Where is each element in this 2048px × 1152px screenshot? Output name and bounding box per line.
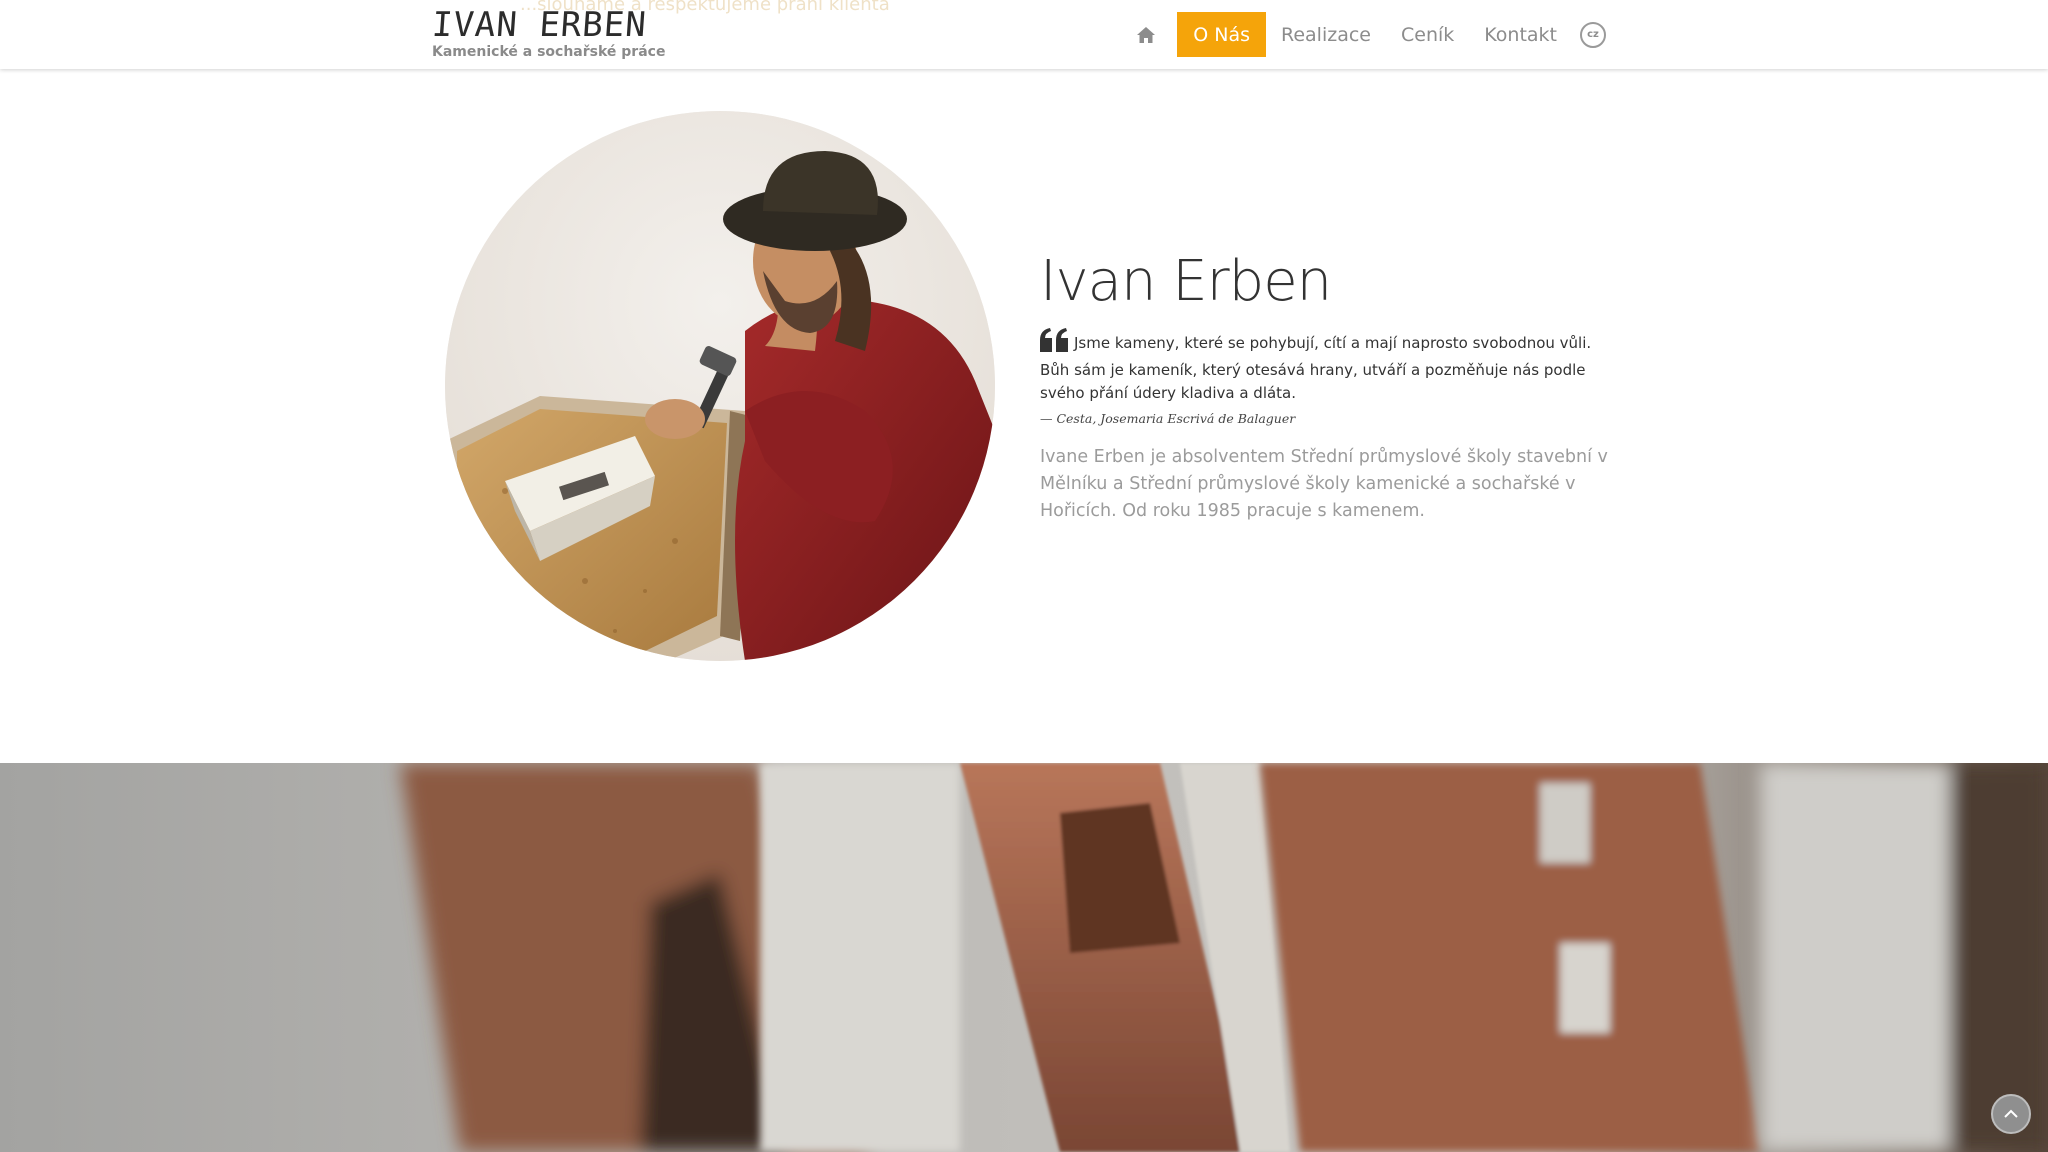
- language-switch[interactable]: cz: [1580, 21, 1606, 48]
- main-nav: O Nás Realizace Ceník Kontakt cz: [1131, 12, 1606, 57]
- stonemason-illustration: [445, 111, 995, 661]
- about-content: Ivan Erben Jsme kameny, které se pohybuj…: [1040, 250, 1610, 525]
- nav-item-kontakt[interactable]: Kontakt: [1469, 12, 1572, 57]
- carved-stone-letters: [0, 763, 2048, 1152]
- logo-title: IVAN ERBEN: [430, 5, 649, 45]
- site-logo[interactable]: IVAN ERBEN Kamenické a sochařské práce: [430, 5, 666, 60]
- nav-item-label: O Nás: [1193, 23, 1250, 46]
- language-code: cz: [1587, 29, 1599, 40]
- logo-subtitle: Kamenické a sochařské práce: [432, 44, 666, 60]
- nav-home[interactable]: [1131, 12, 1161, 57]
- hero-banner-image: [0, 763, 2048, 1152]
- nav-item-o-nas[interactable]: O Nás: [1177, 12, 1266, 57]
- portrait-photo: [445, 111, 995, 661]
- nav-item-cenik[interactable]: Ceník: [1386, 12, 1469, 57]
- bio-text: Ivane Erben je absolventem Střední průmy…: [1040, 447, 1608, 521]
- quote-left-icon: [1040, 328, 1070, 359]
- scroll-to-top-button[interactable]: [1991, 1094, 2031, 1134]
- site-header: [0, 0, 2048, 69]
- nav-item-realizace[interactable]: Realizace: [1266, 12, 1386, 57]
- home-icon: [1137, 26, 1156, 43]
- chevron-up-icon: [2004, 1109, 2018, 1118]
- nav-item-label: Ceník: [1400, 23, 1455, 46]
- quote-text: Jsme kameny, které se pohybují, cítí a m…: [1040, 334, 1592, 402]
- nav-item-label: Realizace: [1280, 23, 1371, 46]
- person-name: Ivan Erben: [1040, 249, 1332, 314]
- nav-item-label: Kontakt: [1484, 23, 1557, 46]
- quote-block: Jsme kameny, které se pohybují, cítí a m…: [1040, 328, 1610, 405]
- quote-author: — Cesta, Josemaria Escrivá de Balaguer: [1040, 411, 1296, 426]
